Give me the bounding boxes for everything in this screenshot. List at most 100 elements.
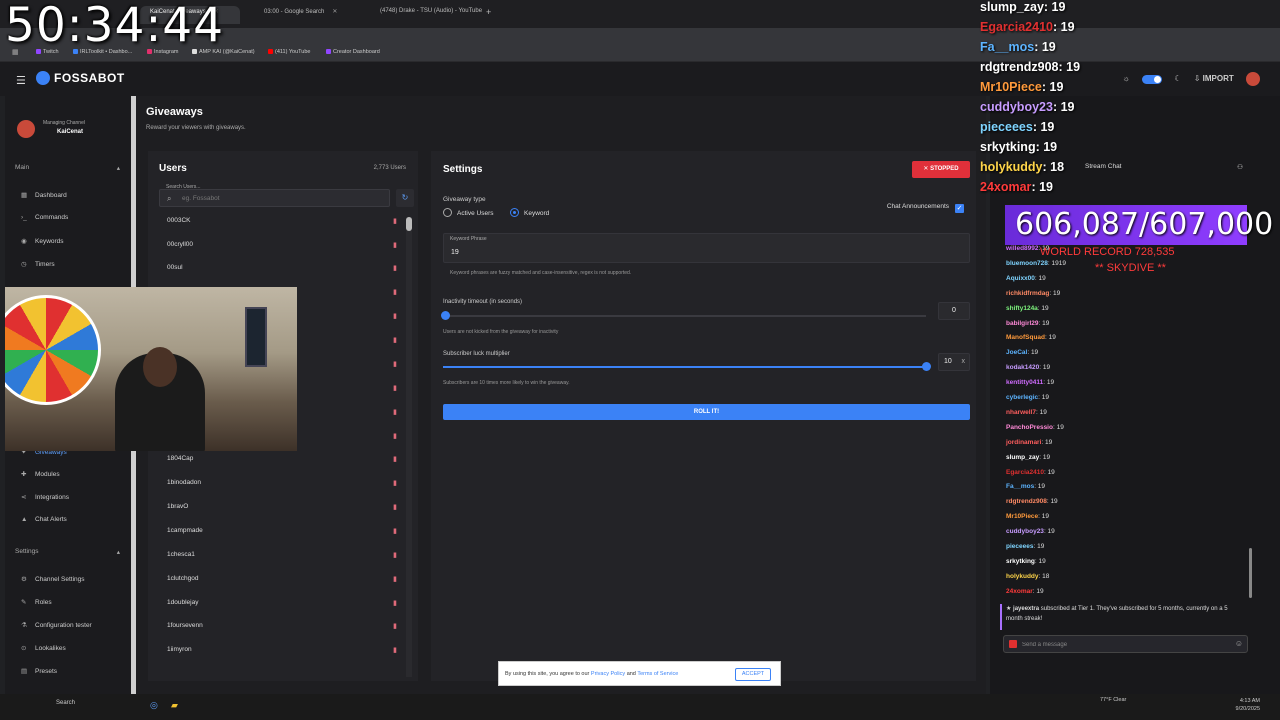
chat-username[interactable]: Fa__mos	[1006, 483, 1034, 490]
chat-announcements-checkbox[interactable]: Chat Announcements ✓	[887, 203, 964, 213]
emote-icon[interactable]: ☺	[1235, 639, 1243, 648]
chat-username[interactable]: kodak1420	[1006, 364, 1039, 371]
sidebar-item-configuration-tester[interactable]: ⚗ Configuration tester	[21, 621, 92, 629]
luck-slider[interactable]	[443, 366, 926, 368]
fossabot-logo[interactable]: FOSSABOT	[36, 71, 125, 85]
radio-active-users[interactable]: Active Users	[443, 208, 493, 217]
chat-username[interactable]: bluemoon728	[1006, 260, 1048, 267]
radio-keyword[interactable]: Keyword	[510, 208, 549, 217]
inactivity-input[interactable]: 0	[938, 302, 970, 320]
chat-username[interactable]: pieceees	[1006, 543, 1033, 550]
sidebar-item-keywords[interactable]: ◉ Keywords	[21, 237, 64, 245]
chat-username[interactable]: shifty124a	[1006, 305, 1038, 312]
trash-icon[interactable]: ▮	[393, 479, 397, 487]
trash-icon[interactable]: ▮	[393, 360, 397, 368]
subscriber-name[interactable]: jayeextra	[1013, 606, 1039, 612]
chat-username[interactable]: nharwell7	[1006, 409, 1036, 416]
trash-icon[interactable]: ▮	[393, 599, 397, 607]
trash-icon[interactable]: ▮	[393, 575, 397, 583]
trash-icon[interactable]: ▮	[393, 312, 397, 320]
scrollbar-thumb[interactable]	[406, 217, 412, 231]
list-item[interactable]: 1iimyron ▮	[167, 646, 397, 660]
chat-username[interactable]: willed8992	[1006, 245, 1039, 252]
sidebar-item-dashboard[interactable]: ▦ Dashboard	[21, 191, 67, 199]
sidebar-item-integrations[interactable]: ⋖ Integrations	[21, 493, 69, 501]
section-settings[interactable]: Settings ▴	[15, 548, 120, 556]
list-item[interactable]: 1chesca1 ▮	[167, 551, 397, 565]
sidebar-item-timers[interactable]: ◷ Timers	[21, 260, 55, 268]
trash-icon[interactable]: ▮	[393, 384, 397, 392]
new-tab-icon[interactable]: +	[486, 7, 491, 17]
refresh-button[interactable]: ↻	[396, 189, 414, 207]
list-item[interactable]: 1doublejay ▮	[167, 599, 397, 613]
sidebar-item-channel-settings[interactable]: ⚙ Channel Settings	[21, 575, 85, 583]
taskbar-search[interactable]: Search	[56, 700, 75, 706]
accept-button[interactable]: ACCEPT	[735, 668, 771, 681]
luck-input[interactable]: 10 x	[938, 353, 970, 371]
chat-username[interactable]: slump_zay	[1006, 454, 1039, 461]
folder-icon[interactable]: ▰	[171, 700, 178, 711]
trash-icon[interactable]: ▮	[393, 217, 397, 225]
list-item[interactable]: 1binodadon ▮	[167, 479, 397, 493]
search-input[interactable]	[182, 192, 382, 204]
bookmark[interactable]: (411) YouTube	[268, 49, 310, 55]
trash-icon[interactable]: ▮	[393, 408, 397, 416]
slider-handle[interactable]	[922, 362, 931, 371]
trash-icon[interactable]: ▮	[393, 503, 397, 511]
trash-icon[interactable]: ▮	[393, 288, 397, 296]
browser-tab[interactable]: 03:00 - Google Search ✕	[254, 6, 360, 24]
send-message-input[interactable]	[1022, 639, 1232, 651]
chat-username[interactable]: JoeCal	[1006, 349, 1027, 356]
chat-username[interactable]: jordinamari	[1006, 439, 1041, 446]
bookmark[interactable]: Creator Dashboard	[326, 49, 380, 55]
list-item[interactable]: 1bravO ▮	[167, 503, 397, 517]
chat-username[interactable]: rdgtrendz908	[1006, 498, 1047, 505]
chat-username[interactable]: Mr10Piece	[1006, 513, 1038, 520]
trash-icon[interactable]: ▮	[393, 646, 397, 654]
roll-it-button[interactable]: ROLL IT!	[443, 404, 970, 420]
trash-icon[interactable]: ▮	[393, 455, 397, 463]
chat-username[interactable]: ManofSquad	[1006, 334, 1045, 341]
chat-username[interactable]: babilgirl29	[1006, 320, 1039, 327]
system-tray[interactable]: 4:13 AM 9/20/2025	[1236, 697, 1260, 713]
trash-icon[interactable]: ▮	[393, 241, 397, 249]
privacy-policy-link[interactable]: Privacy Policy	[591, 671, 625, 677]
chat-username[interactable]: holykuddy	[1006, 573, 1039, 580]
chat-username[interactable]: richkidfrmdag	[1006, 290, 1049, 297]
list-item[interactable]: 00sul ▮	[167, 264, 397, 278]
close-icon[interactable]: ✕	[332, 9, 337, 15]
sidebar-item-lookalikes[interactable]: ⊙ Lookalikes	[21, 644, 66, 652]
trash-icon[interactable]: ▮	[393, 527, 397, 535]
chrome-icon[interactable]: ◎	[150, 700, 158, 711]
list-item[interactable]: 1clutchgod ▮	[167, 575, 397, 589]
sidebar-item-presets[interactable]: ▤ Presets	[21, 667, 57, 675]
chat-scrollbar[interactable]	[1249, 548, 1252, 598]
sidebar-item-modules[interactable]: ✚ Modules	[21, 470, 60, 478]
list-item[interactable]: 1foursevenn ▮	[167, 622, 397, 636]
list-item[interactable]: 00cryll00 ▮	[167, 241, 397, 255]
sidebar-item-roles[interactable]: ✎ Roles	[21, 598, 52, 606]
chat-username[interactable]: Egarcia2410	[1006, 469, 1044, 476]
users-scrollbar[interactable]	[406, 217, 412, 677]
weather-widget[interactable]: 77°F Clear	[1100, 697, 1126, 703]
hamburger-menu-icon[interactable]: ☰	[16, 74, 26, 87]
list-item[interactable]: 0003CK ▮	[167, 217, 397, 231]
trash-icon[interactable]: ▮	[393, 336, 397, 344]
chat-username[interactable]: cuddyboy23	[1006, 528, 1044, 535]
trash-icon[interactable]: ▮	[393, 264, 397, 272]
chat-username[interactable]: PanchoPressio	[1006, 424, 1053, 431]
trash-icon[interactable]: ▮	[393, 551, 397, 559]
section-main[interactable]: Main ▴	[15, 164, 120, 172]
browser-tab[interactable]: (4748) Drake - TSU (Audio) - YouTube	[370, 6, 494, 24]
trash-icon[interactable]: ▮	[393, 622, 397, 630]
sidebar-item-chat-alerts[interactable]: ▲ Chat Alerts	[21, 516, 67, 523]
chat-username[interactable]: cyberlegic	[1006, 394, 1038, 401]
chat-username[interactable]: Aquixx00	[1006, 275, 1035, 282]
chat-username[interactable]: srkytking	[1006, 558, 1035, 565]
slider-handle[interactable]	[441, 311, 450, 320]
list-item[interactable]: 1804Cap ▮	[167, 455, 397, 469]
terms-of-service-link[interactable]: Terms of Service	[637, 671, 678, 677]
list-item[interactable]: 1campmade ▮	[167, 527, 397, 541]
chat-username[interactable]: 24xomar	[1006, 588, 1033, 595]
trash-icon[interactable]: ▮	[393, 432, 397, 440]
